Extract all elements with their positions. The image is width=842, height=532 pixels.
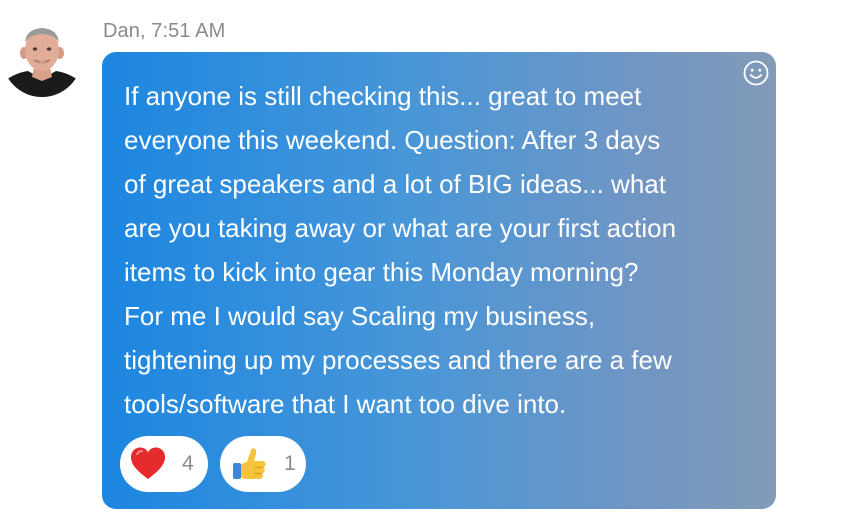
message-line: everyone this weekend. Question: After 3… xyxy=(124,125,661,155)
message-text: If anyone is still checking this... grea… xyxy=(124,74,754,426)
message-line: are you taking away or what are your fir… xyxy=(124,213,677,243)
heart-icon xyxy=(131,447,165,479)
avatar[interactable] xyxy=(2,17,82,97)
message-line: of great speakers and a lot of BIG ideas… xyxy=(124,169,666,199)
reaction-thumbs-up-button[interactable]: 1 xyxy=(220,436,306,492)
message-author-time: Dan, 7:51 AM xyxy=(103,20,226,42)
thumbs-up-icon xyxy=(233,448,266,479)
message-line: If anyone is still checking this... grea… xyxy=(124,81,642,111)
reaction-count: 1 xyxy=(284,452,296,475)
message-line: items to kick into gear this Monday morn… xyxy=(124,257,639,287)
message-line: tools/software that I want too dive into… xyxy=(124,389,567,419)
chat-message: Dan, 7:51 AM If anyone is still checking… xyxy=(0,0,842,532)
message-line: tightening up my processes and there are… xyxy=(124,345,672,375)
avatar-photo xyxy=(2,17,82,97)
message-bubble: If anyone is still checking this... grea… xyxy=(102,52,776,509)
reaction-count: 4 xyxy=(182,452,194,475)
message-line: For me I would say Scaling my business, xyxy=(124,301,596,331)
reaction-heart-button[interactable]: 4 xyxy=(120,436,208,492)
